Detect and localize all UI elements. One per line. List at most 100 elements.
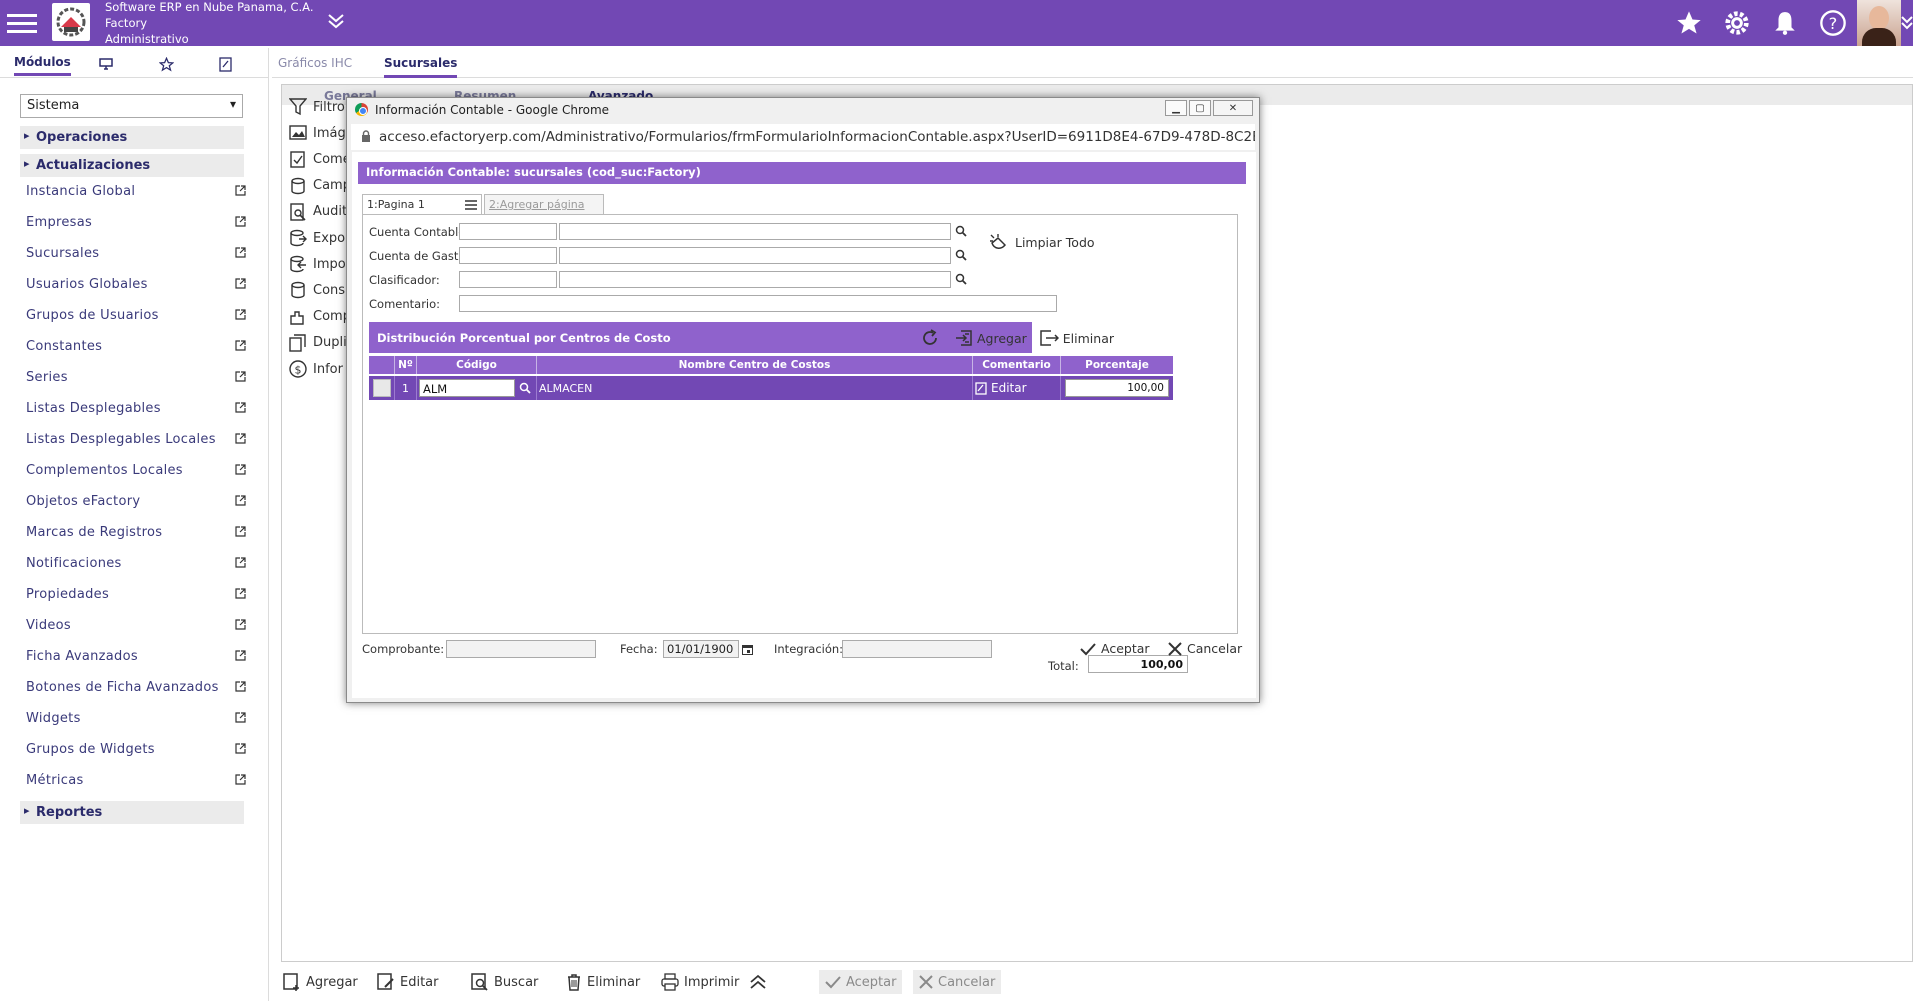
- row-porcentaje-input[interactable]: 100,00: [1065, 379, 1169, 397]
- external-link-icon[interactable]: [235, 774, 246, 785]
- add-row-icon[interactable]: [955, 329, 973, 347]
- sidebar-item-listas-desplegables-locales[interactable]: Listas Desplegables Locales: [26, 432, 246, 447]
- sidebar-item-ficha-avanzados[interactable]: Ficha Avanzados: [26, 649, 246, 664]
- double-chevron-up-icon[interactable]: [749, 970, 767, 994]
- external-link-icon[interactable]: [235, 588, 246, 599]
- action-item[interactable]: Comp: [289, 306, 351, 328]
- action-item[interactable]: Imág: [289, 122, 346, 144]
- cuenta-gastos-code-input[interactable]: [459, 247, 557, 264]
- sidebar-item-videos[interactable]: Videos: [26, 618, 246, 633]
- tab-agregar-pagina[interactable]: 2:Agregar página: [484, 194, 604, 214]
- external-link-icon[interactable]: [235, 619, 246, 630]
- action-item[interactable]: Filtro: [289, 96, 345, 118]
- limpiar-todo-button[interactable]: Limpiar Todo: [989, 233, 1095, 251]
- user-avatar[interactable]: [1857, 0, 1901, 46]
- action-item[interactable]: Expor: [289, 227, 350, 249]
- add-button[interactable]: Agregar: [283, 970, 358, 994]
- accept-button[interactable]: Aceptar: [819, 970, 903, 994]
- double-chevron-down-icon[interactable]: [326, 11, 346, 31]
- sidebar-item-empresas[interactable]: Empresas: [26, 215, 246, 230]
- external-link-icon[interactable]: [235, 340, 246, 351]
- module-select[interactable]: Sistema: [20, 94, 243, 118]
- external-link-icon[interactable]: [235, 495, 246, 506]
- external-link-icon[interactable]: [235, 371, 246, 382]
- action-item[interactable]: Dupli: [289, 332, 347, 354]
- star-icon[interactable]: [159, 57, 174, 72]
- external-link-icon[interactable]: [235, 526, 246, 537]
- sidebar-item-instancia-global[interactable]: Instancia Global: [26, 184, 246, 199]
- tab-modulos[interactable]: Módulos: [14, 55, 71, 76]
- search-icon[interactable]: [955, 273, 967, 285]
- table-row[interactable]: 1 ALM ALMACEN Editar 100,00: [369, 376, 1173, 400]
- sidebar-item-notificaciones[interactable]: Notificaciones: [26, 556, 246, 571]
- tab-graficos-ihc[interactable]: Gráficos IHC: [278, 56, 352, 70]
- clasificador-code-input[interactable]: [459, 271, 557, 288]
- group-actualizaciones[interactable]: Actualizaciones: [20, 154, 244, 178]
- address-bar[interactable]: acceso.efactoryerp.com/Administrativo/Fo…: [351, 124, 1255, 150]
- refresh-icon[interactable]: [921, 329, 939, 347]
- clasificador-name-input[interactable]: [559, 271, 951, 288]
- external-link-icon[interactable]: [235, 650, 246, 661]
- dialog-accept-button[interactable]: Aceptar: [1080, 641, 1150, 656]
- grid-col-codigo[interactable]: Código: [417, 356, 537, 374]
- action-item[interactable]: Impo: [289, 253, 346, 275]
- sidebar-item-grupos-de-widgets[interactable]: Grupos de Widgets: [26, 742, 246, 757]
- user-menu-chevron-icon[interactable]: [1901, 13, 1913, 33]
- external-link-icon[interactable]: [235, 464, 246, 475]
- tab-pagina-1[interactable]: 1:Pagina 1: [362, 194, 482, 214]
- group-operaciones[interactable]: Operaciones: [20, 126, 244, 150]
- external-link-icon[interactable]: [235, 247, 246, 258]
- dist-eliminar-button[interactable]: Eliminar: [1063, 331, 1114, 346]
- external-link-icon[interactable]: [235, 402, 246, 413]
- external-link-icon[interactable]: [235, 557, 246, 568]
- comprobante-input[interactable]: [446, 640, 596, 658]
- cuenta-contable-name-input[interactable]: [559, 223, 951, 240]
- help-icon[interactable]: ?: [1809, 0, 1857, 46]
- sidebar-item-objetos-efactory[interactable]: Objetos eFactory: [26, 494, 246, 509]
- cuenta-gastos-name-input[interactable]: [559, 247, 951, 264]
- sidebar-item-complementos-locales[interactable]: Complementos Locales: [26, 463, 246, 478]
- print-button[interactable]: Imprimir: [661, 970, 739, 994]
- action-item[interactable]: Audit: [289, 201, 347, 223]
- sidebar-item-métricas[interactable]: Métricas: [26, 773, 246, 788]
- gear-icon[interactable]: [1713, 0, 1761, 46]
- monitor-icon[interactable]: [99, 58, 113, 70]
- delete-button[interactable]: Eliminar: [566, 970, 640, 994]
- external-link-icon[interactable]: [235, 743, 246, 754]
- dialog-cancel-button[interactable]: Cancelar: [1168, 641, 1242, 656]
- edit-doc-icon[interactable]: [219, 57, 232, 72]
- window-close-button[interactable]: ✕: [1213, 100, 1253, 116]
- external-link-icon[interactable]: [235, 309, 246, 320]
- sidebar-item-usuarios-globales[interactable]: Usuarios Globales: [26, 277, 246, 292]
- action-item[interactable]: Consu: [289, 279, 353, 301]
- external-link-icon[interactable]: [235, 278, 246, 289]
- integracion-input[interactable]: [842, 640, 992, 658]
- action-item[interactable]: Come: [289, 148, 351, 170]
- search-button[interactable]: Buscar: [471, 970, 538, 994]
- sidebar-item-series[interactable]: Series: [26, 370, 246, 385]
- row-comentario-edit[interactable]: Editar: [973, 376, 1061, 400]
- sidebar-item-grupos-de-usuarios[interactable]: Grupos de Usuarios: [26, 308, 246, 323]
- sidebar-item-botones-de-ficha-avanzados[interactable]: Botones de Ficha Avanzados: [26, 680, 246, 695]
- external-link-icon[interactable]: [235, 712, 246, 723]
- edit-button[interactable]: Editar: [377, 970, 439, 994]
- row-codigo-input[interactable]: ALM: [419, 379, 515, 397]
- group-reportes[interactable]: Reportes: [20, 801, 244, 825]
- bell-icon[interactable]: [1761, 0, 1809, 46]
- menu-hamburger-icon[interactable]: [7, 9, 37, 36]
- maximize-button[interactable]: ▢: [1189, 100, 1211, 116]
- search-icon[interactable]: [519, 382, 531, 394]
- cuenta-contable-code-input[interactable]: [459, 223, 557, 240]
- external-link-icon[interactable]: [235, 433, 246, 444]
- dist-agregar-button[interactable]: Agregar: [977, 331, 1027, 346]
- sidebar-item-widgets[interactable]: Widgets: [26, 711, 246, 726]
- remove-row-icon[interactable]: [1039, 329, 1059, 347]
- tab-sucursales[interactable]: Sucursales: [384, 56, 458, 78]
- fecha-input[interactable]: 01/01/1900: [663, 640, 739, 658]
- search-icon[interactable]: [955, 225, 967, 237]
- page-menu-icon[interactable]: [465, 200, 477, 210]
- row-selector[interactable]: [369, 376, 395, 400]
- search-icon[interactable]: [955, 249, 967, 261]
- external-link-icon[interactable]: [235, 216, 246, 227]
- action-item[interactable]: Camp: [289, 175, 351, 197]
